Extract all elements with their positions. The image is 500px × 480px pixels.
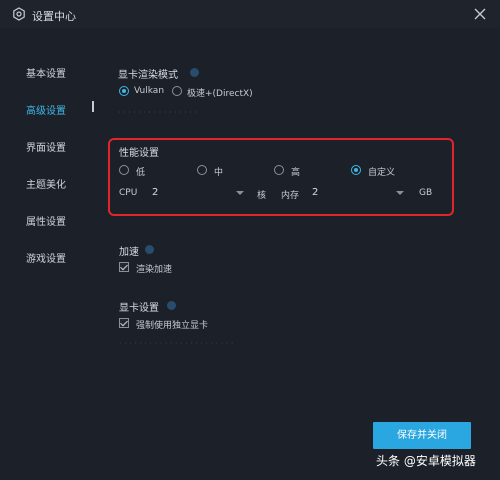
cpu-dropdown-icon[interactable] [236,191,244,195]
render-vulkan-radio[interactable] [119,86,129,96]
sidebar-item-theme[interactable]: 主题美化 [26,176,66,191]
perf-custom-radio[interactable] [351,165,361,175]
title-bar: 设置中心 [0,0,500,28]
render-vulkan-label[interactable]: Vulkan [134,86,164,96]
gpu-hint-text: · · · · · · · · · · · · · · · · · · · · … [119,339,234,348]
settings-gear-icon [12,7,26,21]
watermark: 头条 @安卓模拟器 [376,454,476,468]
force-dgpu-label[interactable]: 强制使用独立显卡 [136,318,208,331]
perf-high-radio[interactable] [274,165,284,175]
sidebar-item-properties[interactable]: 属性设置 [26,213,66,228]
render-hint-text: · · · · · · · · · · · · · · · · [118,108,197,117]
force-dgpu-checkbox[interactable] [119,318,129,328]
render-mode-title: 显卡渲染模式 [118,70,178,81]
sidebar-item-advanced[interactable]: 高级设置 [26,102,66,117]
performance-title: 性能设置 [119,148,159,159]
close-icon[interactable] [472,6,488,22]
memory-label: 内存 [281,191,300,201]
render-accel-label[interactable]: 渲染加速 [136,262,172,275]
memory-unit: GB [419,188,433,198]
save-and-close-button[interactable]: 保存并关闭 [373,422,471,449]
render-directx-label[interactable]: 极速+(DirectX) [187,86,253,99]
sidebar: 基本设置 高级设置 界面设置 主题美化 属性设置 游戏设置 [0,28,100,480]
sidebar-item-interface[interactable]: 界面设置 [26,139,66,154]
memory-select[interactable]: 2 [312,187,318,198]
cpu-label: CPU [119,188,138,198]
perf-medium-radio[interactable] [197,165,207,175]
perf-custom-label[interactable]: 自定义 [368,165,395,178]
render-accel-checkbox[interactable] [119,262,129,272]
perf-high-label[interactable]: 高 [291,165,300,178]
perf-medium-label[interactable]: 中 [214,165,223,178]
sidebar-item-game[interactable]: 游戏设置 [26,250,66,265]
help-icon[interactable] [190,68,199,77]
performance-highlight-box [108,138,454,216]
gpu-settings-title: 显卡设置 [119,303,159,314]
window-title: 设置中心 [32,10,76,23]
acceleration-title: 加速 [119,247,139,258]
cpu-unit: 核 [257,191,267,201]
active-indicator [92,101,94,112]
help-icon[interactable] [167,301,176,310]
perf-low-label[interactable]: 低 [136,165,145,178]
memory-dropdown-icon[interactable] [396,191,404,195]
help-icon[interactable] [145,245,154,254]
cpu-select[interactable]: 2 [152,187,158,198]
render-directx-radio[interactable] [172,86,182,96]
perf-low-radio[interactable] [119,165,129,175]
sidebar-item-basic[interactable]: 基本设置 [26,65,66,80]
